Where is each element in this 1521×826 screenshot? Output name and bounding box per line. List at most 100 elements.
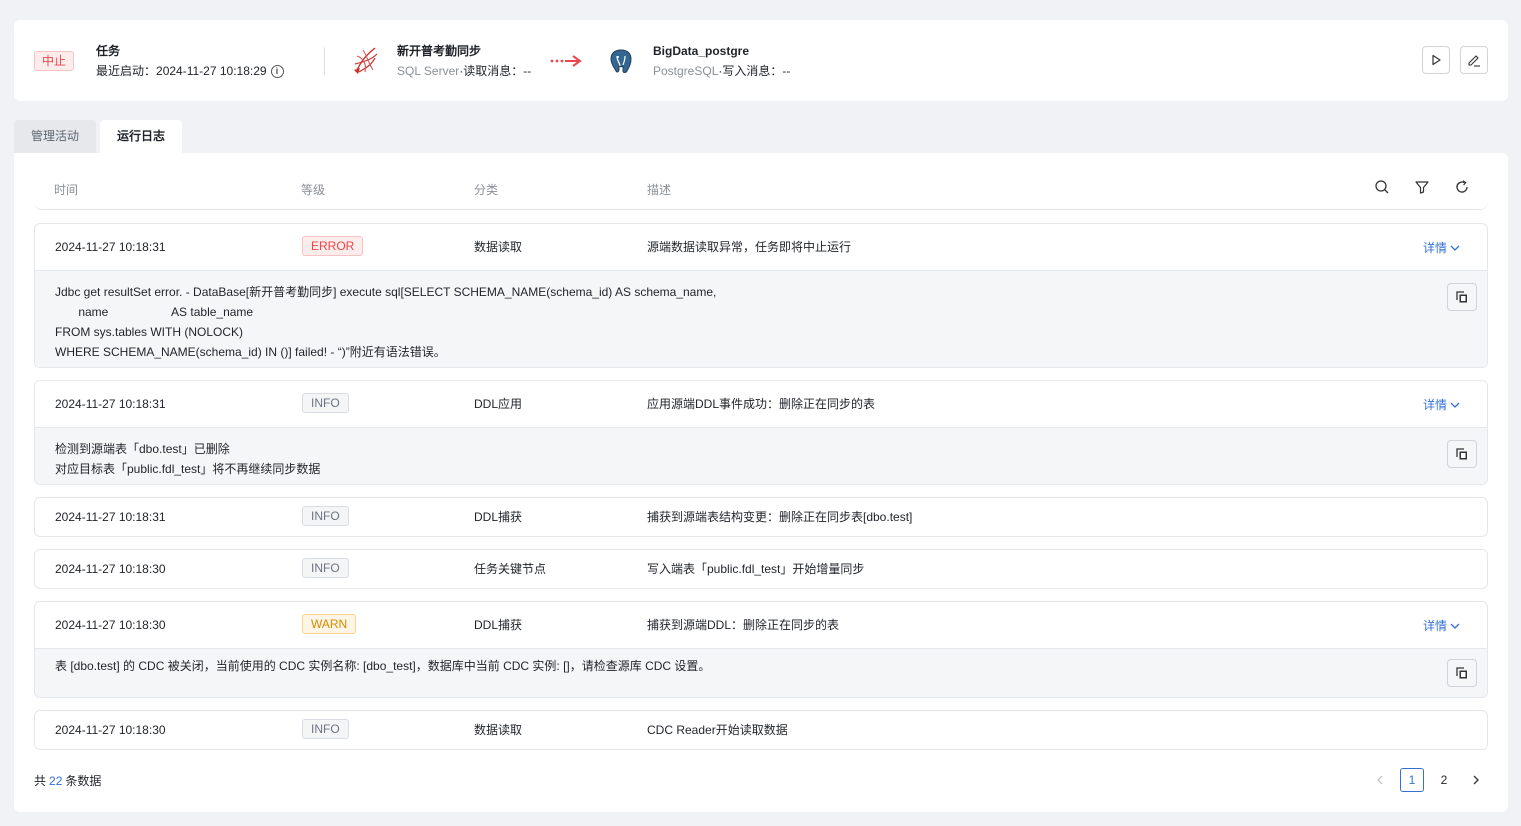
level-badge-error: ERROR [302, 236, 364, 256]
chevron-right-icon [1473, 775, 1479, 785]
detail-toggle[interactable]: 详情 [1423, 396, 1461, 413]
column-description: 描述 [647, 183, 672, 197]
last-start-label: 最近启动： [96, 64, 157, 78]
log-category: 数据读取 [474, 723, 523, 737]
log-detail: Jdbc get resultSet error. - DataBase[新开普… [35, 270, 1487, 367]
refresh-icon[interactable] [1454, 179, 1470, 195]
log-row-summary[interactable]: 2024-11-27 10:18:31 INFO DDL应用 应用源端DDL事件… [35, 381, 1487, 427]
detail-label: 详情 [1422, 241, 1447, 255]
task-info: 任务 最近启动： 2024-11-27 10:18:29 i [96, 42, 284, 79]
log-row-summary[interactable]: 2024-11-27 10:18:30 WARN DDL捕获 捕获到源端DDL：… [35, 602, 1487, 648]
log-description: CDC Reader开始读取数据 [647, 723, 788, 737]
log-row: 2024-11-27 10:18:30 INFO 任务关键节点 写入端表「pub… [34, 549, 1488, 589]
source-msg-value: -- [523, 64, 532, 78]
status-badge: 中止 [34, 51, 75, 71]
detail-line: 对应目标表「public.fdl_test」将不再继续同步数据 [55, 462, 321, 476]
level-badge-info: INFO [302, 506, 349, 526]
log-row: 2024-11-27 10:18:31 ERROR 数据读取 源端数据读取异常，… [34, 223, 1488, 368]
log-row-summary[interactable]: 2024-11-27 10:18:30 INFO 数据读取 CDC Reader… [35, 711, 1487, 749]
sync-arrow-icon [550, 55, 582, 67]
target-type: PostgreSQL [653, 64, 719, 78]
copy-icon [1456, 291, 1467, 303]
log-time: 2024-11-27 10:18:31 [55, 240, 166, 254]
log-description: 捕获到源端表结构变更：删除正在同步表[dbo.test] [647, 510, 913, 524]
target-name: BigData_postgre [653, 44, 750, 58]
chevron-down-icon [1450, 402, 1460, 408]
chevron-down-icon [1450, 245, 1460, 251]
log-row: 2024-11-27 10:18:31 INFO DDL捕获 捕获到源端表结构变… [34, 497, 1488, 537]
log-category: DDL应用 [474, 397, 523, 411]
detail-label: 详情 [1422, 398, 1447, 412]
log-description: 捕获到源端DDL：删除正在同步的表 [647, 618, 840, 632]
play-icon [1432, 54, 1441, 66]
info-icon[interactable]: i [270, 64, 284, 78]
log-description: 写入端表「public.fdl_test」开始增量同步 [647, 562, 865, 576]
page-1-button[interactable]: 1 [1400, 768, 1424, 792]
total-count: 共 22 条数据 [34, 772, 101, 789]
log-row-summary[interactable]: 2024-11-27 10:18:31 ERROR 数据读取 源端数据读取异常，… [35, 224, 1487, 270]
copy-button[interactable] [1447, 440, 1477, 468]
prev-page-button[interactable] [1368, 768, 1392, 792]
search-icon[interactable] [1374, 179, 1390, 195]
header-divider [324, 47, 325, 75]
log-time: 2024-11-27 10:18:31 [55, 397, 166, 411]
log-category: 数据读取 [474, 240, 523, 254]
next-page-button[interactable] [1464, 768, 1488, 792]
run-button[interactable] [1422, 46, 1450, 74]
level-badge-warn: WARN [302, 614, 357, 634]
level-badge-info: INFO [302, 719, 349, 739]
source-db: 新开普考勤同步 SQL Server·读取消息：-- [397, 42, 531, 79]
log-row: 2024-11-27 10:18:31 INFO DDL应用 应用源端DDL事件… [34, 380, 1488, 485]
log-detail: 表 [dbo.test] 的 CDC 被关闭，当前使用的 CDC 实例名称: [… [35, 648, 1487, 697]
log-time: 2024-11-27 10:18:31 [55, 510, 166, 524]
detail-line: name AS table_name [55, 305, 254, 319]
table-header: 时间 等级 分类 描述 [34, 153, 1488, 210]
target-meta: PostgreSQL·写入消息：-- [653, 63, 790, 79]
target-db: BigData_postgre PostgreSQL·写入消息：-- [653, 42, 790, 79]
log-category: DDL捕获 [474, 510, 523, 524]
copy-icon [1456, 667, 1467, 679]
total-prefix: 共 [34, 774, 47, 788]
edit-icon [1468, 55, 1480, 67]
log-row: 2024-11-27 10:18:30 WARN DDL捕获 捕获到源端DDL：… [34, 601, 1488, 698]
log-time: 2024-11-27 10:18:30 [55, 618, 166, 632]
task-header-card: 中止 任务 最近启动： 2024-11-27 10:18:29 i 新开普考勤同… [14, 20, 1508, 101]
tab-management-activity[interactable]: 管理活动 [14, 120, 96, 153]
detail-toggle[interactable]: 详情 [1423, 239, 1461, 256]
detail-line: 检测到源端表「dbo.test」已删除 [55, 442, 230, 456]
log-row-summary[interactable]: 2024-11-27 10:18:31 INFO DDL捕获 捕获到源端表结构变… [35, 498, 1487, 536]
last-start: 最近启动： 2024-11-27 10:18:29 i [96, 63, 284, 79]
log-category: 任务关键节点 [474, 562, 547, 576]
tab-run-log[interactable]: 运行日志 [100, 120, 182, 153]
log-description: 应用源端DDL事件成功：删除正在同步的表 [647, 397, 876, 411]
column-level: 等级 [301, 183, 326, 197]
detail-line: Jdbc get resultSet error. - DataBase[新开普… [55, 285, 717, 299]
source-type: SQL Server [397, 64, 460, 78]
log-time: 2024-11-27 10:18:30 [55, 723, 166, 737]
page-2-button[interactable]: 2 [1432, 768, 1456, 792]
log-panel: 时间 等级 分类 描述 2024-11-27 10:18:31 ERROR 数据… [14, 153, 1508, 812]
total-number: 22 [49, 774, 63, 788]
chevron-left-icon [1377, 775, 1383, 785]
sqlserver-icon [354, 47, 378, 74]
target-msg-value: -- [782, 64, 791, 78]
edit-button[interactable] [1460, 46, 1488, 74]
log-time: 2024-11-27 10:18:30 [55, 562, 166, 576]
detail-line: FROM sys.tables WITH (NOLOCK) [55, 325, 244, 339]
log-description: 源端数据读取异常，任务即将中止运行 [647, 240, 852, 254]
source-msg-label: ·读取消息： [459, 64, 524, 78]
log-detail: 检测到源端表「dbo.test」已删除 对应目标表「public.fdl_tes… [35, 427, 1487, 484]
level-badge-info: INFO [302, 393, 349, 413]
detail-toggle[interactable]: 详情 [1423, 617, 1461, 634]
level-badge-info: INFO [302, 558, 349, 578]
last-start-time: 2024-11-27 10:18:29 [156, 64, 267, 78]
column-category: 分类 [474, 183, 499, 197]
detail-line: WHERE SCHEMA_NAME(schema_id) IN ()] fail… [55, 345, 446, 359]
source-name: 新开普考勤同步 [397, 44, 482, 58]
filter-icon[interactable] [1414, 179, 1430, 195]
log-row-summary[interactable]: 2024-11-27 10:18:30 INFO 任务关键节点 写入端表「pub… [35, 550, 1487, 588]
copy-button[interactable] [1447, 283, 1477, 311]
copy-button[interactable] [1447, 659, 1477, 687]
detail-label: 详情 [1422, 619, 1447, 633]
log-category: DDL捕获 [474, 618, 523, 632]
